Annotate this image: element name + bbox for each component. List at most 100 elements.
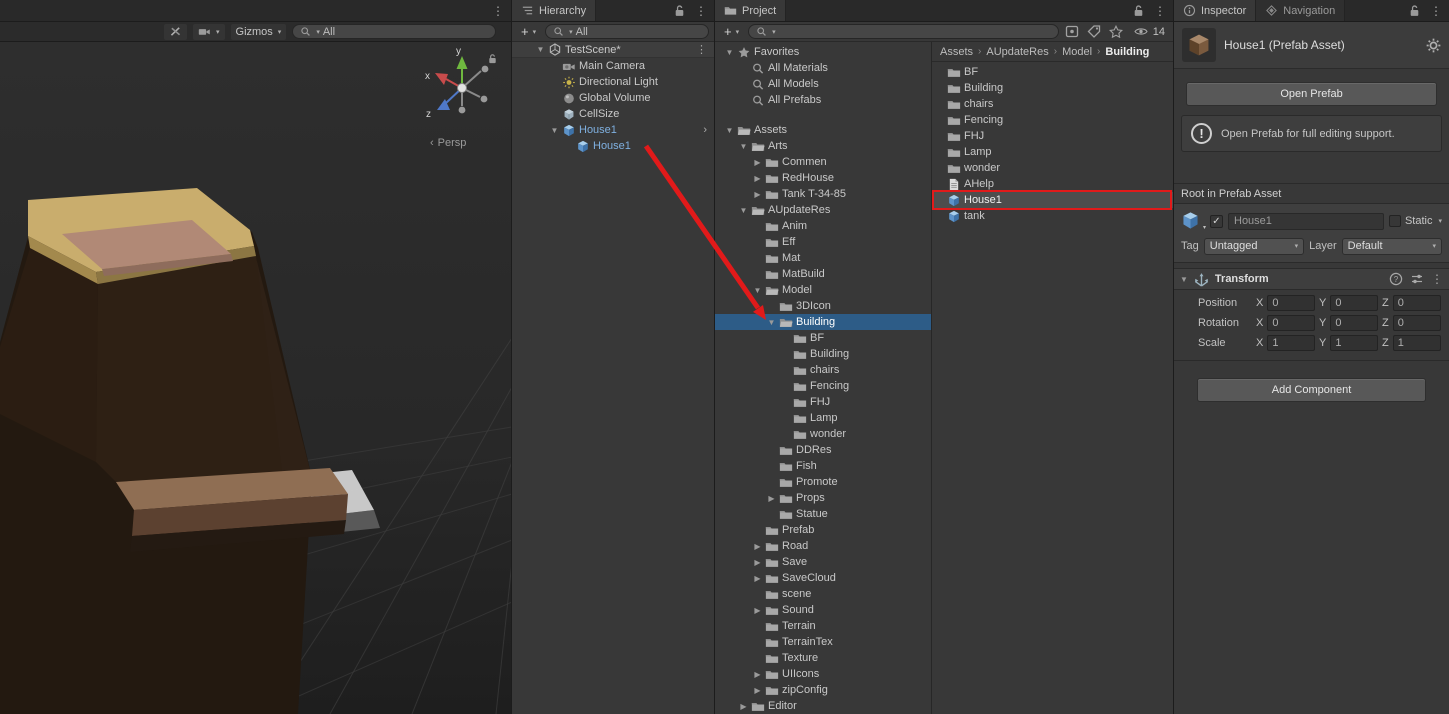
pane-menu-icon[interactable]: ⋮: [1154, 5, 1166, 17]
tree-row[interactable]: wonder: [715, 426, 931, 442]
tree-row[interactable]: ▼ Favorites: [715, 44, 931, 60]
expand-arrow-icon[interactable]: ▼: [765, 318, 778, 327]
breadcrumb-item[interactable]: AUpdateRes: [986, 46, 1048, 58]
create-button[interactable]: + ▾: [720, 24, 743, 39]
scene-search-input[interactable]: ▾ All: [292, 24, 497, 39]
lock-icon[interactable]: [1132, 4, 1145, 17]
collapse-arrow-icon[interactable]: ▶: [765, 494, 778, 503]
rotation-z-field[interactable]: 0: [1392, 315, 1441, 331]
tab-hierarchy[interactable]: Hierarchy: [512, 0, 597, 21]
asset-item[interactable]: AHelp: [932, 176, 1173, 192]
add-component-button[interactable]: Add Component: [1197, 378, 1426, 402]
rotation-y-field[interactable]: 0: [1330, 315, 1378, 331]
pane-menu-icon[interactable]: ⋮: [492, 5, 504, 17]
tree-row[interactable]: ▼ Model: [715, 282, 931, 298]
pane-menu-icon[interactable]: ⋮: [695, 5, 707, 17]
collapse-arrow-icon[interactable]: ▶: [751, 670, 764, 679]
tree-row[interactable]: ▶ zipConfig: [715, 682, 931, 698]
collapse-arrow-icon[interactable]: ▶: [751, 558, 764, 567]
tree-row[interactable]: Eff: [715, 234, 931, 250]
tree-row[interactable]: ▼ House1 ›: [512, 122, 714, 138]
tree-row[interactable]: All Materials: [715, 60, 931, 76]
active-checkbox[interactable]: ✓: [1210, 214, 1223, 228]
tree-row[interactable]: MatBuild: [715, 266, 931, 282]
scene-viewport[interactable]: y x z ‹ Persp: [0, 42, 511, 714]
tree-row[interactable]: ▼ TestScene* ⋮: [512, 42, 714, 58]
project-search-input[interactable]: ▾: [748, 24, 1059, 39]
tree-row[interactable]: ▶ Commen: [715, 154, 931, 170]
tree-row[interactable]: ▶ Save: [715, 554, 931, 570]
lock-icon[interactable]: [673, 4, 686, 17]
collapse-arrow-icon[interactable]: ▶: [751, 606, 764, 615]
collapse-arrow-icon[interactable]: ▶: [751, 158, 764, 167]
breadcrumb-item[interactable]: Assets: [940, 46, 973, 58]
tree-row[interactable]: Directional Light: [512, 74, 714, 90]
tree-row[interactable]: Lamp: [715, 410, 931, 426]
tree-row[interactable]: ▶ RedHouse: [715, 170, 931, 186]
gear-icon[interactable]: [1426, 38, 1441, 53]
presets-icon[interactable]: [1410, 272, 1425, 287]
projection-mode-label[interactable]: ‹ Persp: [430, 137, 466, 149]
tree-row[interactable]: Global Volume: [512, 90, 714, 106]
tree-row[interactable]: ▼ Assets: [715, 122, 931, 138]
tree-row[interactable]: ▶ Tank T-34-85: [715, 186, 931, 202]
create-button[interactable]: + ▾: [517, 24, 540, 39]
scale-y-field[interactable]: 1: [1330, 335, 1378, 351]
tree-row[interactable]: ▶ Road: [715, 538, 931, 554]
tree-row[interactable]: All Prefabs: [715, 92, 931, 108]
collapse-arrow-icon[interactable]: ▶: [751, 174, 764, 183]
position-y-field[interactable]: 0: [1330, 295, 1378, 311]
expand-arrow-icon[interactable]: ▼: [548, 126, 561, 135]
tree-row[interactable]: Anim: [715, 218, 931, 234]
asset-item[interactable]: tank: [932, 208, 1173, 224]
asset-item[interactable]: Lamp: [932, 144, 1173, 160]
lock-icon[interactable]: [487, 53, 498, 65]
hierarchy-search-input[interactable]: ▾ All: [545, 24, 709, 39]
help-icon[interactable]: ?: [1389, 272, 1404, 287]
position-x-field[interactable]: 0: [1267, 295, 1315, 311]
position-z-field[interactable]: 0: [1392, 295, 1441, 311]
expand-arrow-icon[interactable]: ▼: [737, 142, 750, 151]
tree-row[interactable]: ▼ Arts: [715, 138, 931, 154]
item-menu-icon[interactable]: ⋮: [696, 43, 714, 56]
gameobject-name-field[interactable]: House1: [1228, 212, 1384, 230]
tree-row[interactable]: ▶ UIIcons: [715, 666, 931, 682]
tree-row[interactable]: Promote: [715, 474, 931, 490]
collapse-arrow-icon[interactable]: ▶: [751, 574, 764, 583]
collapse-arrow-icon[interactable]: ▶: [751, 686, 764, 695]
tree-row[interactable]: ▼ AUpdateRes: [715, 202, 931, 218]
tree-row[interactable]: 3DIcon: [715, 298, 931, 314]
tool-settings-button[interactable]: [164, 23, 187, 40]
component-menu-icon[interactable]: ⋮: [1431, 273, 1443, 285]
breadcrumb-item[interactable]: Model: [1062, 46, 1092, 58]
tab-inspector[interactable]: Inspector: [1174, 0, 1257, 21]
collapse-arrow-icon[interactable]: ▶: [751, 542, 764, 551]
open-prefab-button[interactable]: Open Prefab: [1186, 82, 1437, 106]
pane-menu-icon[interactable]: ⋮: [1430, 5, 1442, 17]
transform-component-header[interactable]: ▼ Transform ? ⋮: [1174, 268, 1449, 290]
tree-row[interactable]: BF: [715, 330, 931, 346]
asset-item[interactable]: chairs: [932, 96, 1173, 112]
tree-row[interactable]: ▶ Sound: [715, 602, 931, 618]
asset-item[interactable]: wonder: [932, 160, 1173, 176]
tree-row[interactable]: ▼ Building: [715, 314, 931, 330]
asset-item[interactable]: Fencing: [932, 112, 1173, 128]
asset-item[interactable]: FHJ: [932, 128, 1173, 144]
layer-dropdown[interactable]: Default ▾: [1341, 237, 1442, 255]
asset-item[interactable]: BF: [932, 64, 1173, 80]
tab-navigation[interactable]: Navigation: [1256, 0, 1346, 21]
tag-dropdown[interactable]: Untagged ▾: [1203, 237, 1305, 255]
tree-row[interactable]: All Models: [715, 76, 931, 92]
tree-row[interactable]: Fencing: [715, 378, 931, 394]
tab-project[interactable]: Project: [715, 0, 787, 21]
asset-item[interactable]: House1: [932, 192, 1173, 208]
tree-row[interactable]: Terrain: [715, 618, 931, 634]
open-prefab-chevron-icon[interactable]: ›: [703, 124, 714, 136]
camera-settings-button[interactable]: ▾: [193, 23, 225, 40]
expand-arrow-icon[interactable]: ▼: [534, 45, 547, 54]
tree-row[interactable]: scene: [715, 586, 931, 602]
tree-row[interactable]: CellSize: [512, 106, 714, 122]
tree-row[interactable]: ▶ SaveCloud: [715, 570, 931, 586]
save-search-icon[interactable]: [1108, 24, 1125, 39]
collapse-arrow-icon[interactable]: ▶: [751, 190, 764, 199]
